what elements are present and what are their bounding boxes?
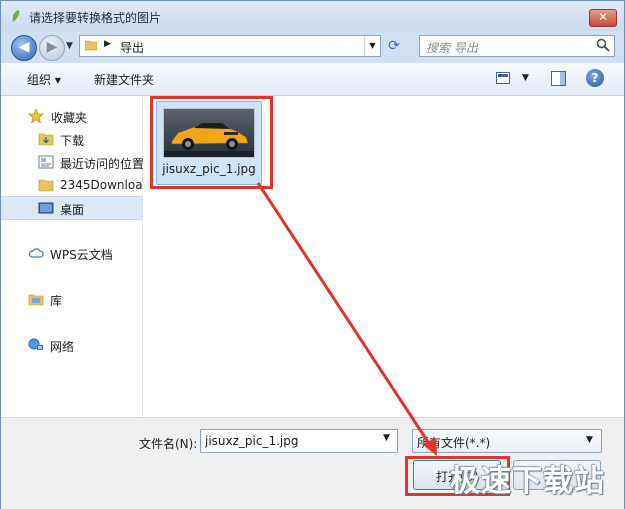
search-box[interactable]: 搜索 导出: [419, 35, 615, 57]
search-input[interactable]: 搜索 导出: [426, 39, 478, 56]
filename-label: 文件名(N):: [139, 437, 198, 451]
breadcrumb-current-folder[interactable]: 导出: [120, 39, 144, 56]
desktop-icon: [38, 202, 54, 214]
sidebar-item-2345downloads[interactable]: 2345Downloads: [1, 174, 142, 196]
sidebar-item-label: 网络: [50, 340, 75, 354]
filetype-chevron-down-icon[interactable]: ▼: [586, 435, 593, 445]
folder-icon: [85, 40, 97, 51]
close-button[interactable]: ✕: [589, 9, 617, 27]
breadcrumb-separator-icon[interactable]: ▶: [104, 39, 111, 49]
file-open-dialog: 请选择要转换格式的图片 ✕ ◀ ▶ ▼ ▶ 导出 ▼ ⟳ 搜索 导出 组织 ▾ …: [0, 0, 625, 509]
filename-history-chevron-down-icon[interactable]: ▼: [383, 433, 390, 443]
search-icon[interactable]: [596, 38, 610, 52]
help-icon[interactable]: ?: [586, 69, 604, 87]
preview-pane-icon[interactable]: [551, 71, 566, 86]
new-folder-button[interactable]: 新建文件夹: [94, 71, 154, 88]
address-dropdown-chevron-down-icon[interactable]: ▼: [364, 36, 380, 56]
filename-value[interactable]: jisuxz_pic_1.jpg: [205, 434, 299, 448]
sidebar-item-label: 收藏夹: [51, 111, 88, 125]
sidebar-item-favorites[interactable]: 收藏夹: [1, 105, 142, 127]
sidebar-item-recent-places[interactable]: 最近访问的位置: [1, 151, 145, 173]
view-options-chevron-down-icon[interactable]: ▼: [522, 73, 529, 83]
navigation-bar: ◀ ▶ ▼ ▶ 导出 ▼ ⟳ 搜索 导出: [1, 31, 624, 63]
library-icon: [28, 294, 44, 306]
sidebar-item-wps-cloud[interactable]: WPS云文档: [1, 242, 142, 264]
filename-input[interactable]: jisuxz_pic_1.jpg ▼: [200, 429, 398, 453]
filetype-select[interactable]: 所有文件(*.*) ▼: [412, 429, 602, 453]
sidebar-item-label: 库: [50, 294, 63, 308]
recent-pages-chevron-down-icon[interactable]: ▼: [66, 41, 73, 51]
sidebar-item-label: WPS云文档: [50, 248, 113, 262]
file-highlight-box: [150, 96, 273, 189]
sidebar-item-libraries[interactable]: 库: [1, 288, 142, 310]
sidebar-item-desktop[interactable]: 桌面: [1, 196, 142, 220]
command-toolbar: 组织 ▾ 新建文件夹 ▼ ?: [1, 63, 624, 96]
download-folder-icon: [38, 133, 54, 146]
network-icon: [28, 338, 43, 350]
cloud-icon: [28, 248, 44, 258]
sidebar-item-downloads[interactable]: 下载: [1, 128, 142, 150]
refresh-icon[interactable]: ⟳: [383, 35, 405, 57]
back-button[interactable]: ◀: [11, 35, 37, 61]
address-bar[interactable]: ▶ 导出 ▼: [79, 35, 381, 57]
sidebar-item-label: 最近访问的位置: [60, 157, 145, 171]
forward-button[interactable]: ▶: [39, 35, 65, 61]
organize-button[interactable]: 组织 ▾: [27, 71, 61, 88]
sidebar-item-label: 2345Downloads: [60, 178, 142, 192]
sidebar-item-network[interactable]: 网络: [1, 334, 142, 356]
star-icon: [28, 109, 44, 123]
app-leaf-icon: [12, 10, 20, 22]
sidebar-item-label: 桌面: [60, 203, 85, 217]
dialog-title: 请选择要转换格式的图片: [29, 11, 162, 25]
recent-places-icon: [38, 155, 54, 169]
change-view-icon[interactable]: [496, 72, 510, 84]
title-bar: 请选择要转换格式的图片 ✕: [1, 1, 624, 31]
navigation-pane: 收藏夹 下载 最近访问的位置 2345Downloads: [1, 96, 145, 417]
folder-icon: [38, 179, 54, 192]
watermark-text: 极速下载站: [450, 464, 605, 499]
sidebar-item-label: 下载: [60, 134, 85, 148]
filetype-value[interactable]: 所有文件(*.*): [417, 434, 490, 451]
